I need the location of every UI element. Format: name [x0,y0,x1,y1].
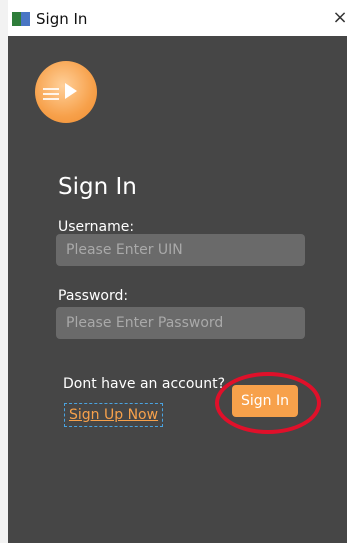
play-logo-icon [35,61,97,123]
window-left-edge [0,0,8,543]
page-title: Sign In [58,174,137,200]
password-field[interactable] [56,307,305,339]
username-field[interactable] [56,234,305,266]
logo-text-lines [43,85,59,103]
close-button[interactable]: × [328,7,352,28]
no-account-text: Dont have an account? [63,376,226,392]
sign-in-button[interactable]: Sign In [232,385,298,417]
app-window-icon [12,12,30,26]
window-right-edge [347,36,360,543]
password-label: Password: [58,288,129,304]
sign-up-link[interactable]: Sign Up Now [64,403,164,427]
play-icon [65,83,77,99]
sign-in-panel: Sign In Username: Password: Dont have an… [8,36,347,543]
title-bar: Sign In × [8,4,358,37]
window-title: Sign In [36,10,88,28]
username-label: Username: [58,219,135,235]
